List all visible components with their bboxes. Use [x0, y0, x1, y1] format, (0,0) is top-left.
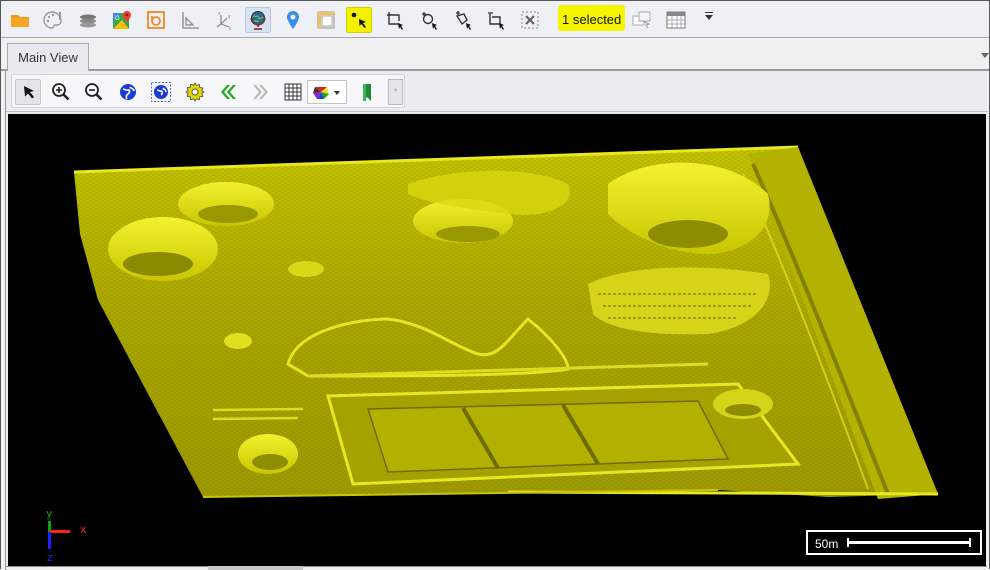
select-polygon-button[interactable]: [450, 7, 476, 33]
clear-selection-icon: [521, 11, 539, 29]
double-chevron-right-icon: [253, 85, 268, 99]
palette-icon: [43, 11, 62, 29]
deselect-rect-button[interactable]: [483, 7, 509, 33]
table-icon: [666, 11, 686, 29]
palette-button[interactable]: [40, 7, 66, 33]
circle-select-icon: [422, 12, 437, 30]
svg-text:G: G: [115, 16, 120, 22]
tab-list-dropdown[interactable]: [981, 53, 989, 58]
svg-text:x: x: [229, 26, 232, 31]
scale-bar: 50m: [806, 530, 982, 555]
zoom-out-button[interactable]: [81, 79, 107, 105]
ruler-frame-icon: [317, 11, 335, 29]
globe-fit-icon: [151, 82, 171, 102]
rect-select-icon: [387, 12, 403, 30]
point-cursor-icon: [351, 12, 366, 28]
bunker-inner: [366, 400, 730, 473]
measure-angle-button[interactable]: [177, 7, 203, 33]
bing-maps-button[interactable]: [143, 7, 169, 33]
zoom-to-fit-button[interactable]: [148, 79, 174, 105]
bookmark-icon: [363, 84, 371, 101]
gear-icon: [185, 82, 205, 102]
toolbar-divider: [6, 111, 988, 112]
z-axis-line: [48, 532, 51, 549]
location-pin-button[interactable]: [280, 7, 306, 33]
globe-icon: [250, 11, 266, 30]
google-maps-button[interactable]: G: [109, 7, 135, 33]
polygon-select-icon: [455, 11, 471, 30]
select-rect-button[interactable]: [382, 7, 408, 33]
horizontal-scrollbar-thumb[interactable]: [208, 566, 303, 570]
arrow-cursor-icon: [24, 86, 34, 99]
svg-text:y: y: [228, 14, 231, 20]
terrain-surface[interactable]: [8, 114, 986, 566]
folder-icon: [11, 15, 29, 27]
select-point-button[interactable]: [346, 7, 372, 33]
zoom-to-selection-button[interactable]: [629, 7, 655, 33]
star-button[interactable]: *: [388, 79, 403, 105]
double-chevron-left-icon: [221, 85, 236, 99]
toolbar-overflow-dropdown[interactable]: [705, 12, 713, 20]
next-view-button[interactable]: [248, 79, 274, 105]
scale-bar-line: [847, 538, 971, 547]
pit-top-right-floor: [648, 220, 728, 248]
bookmark-button[interactable]: [354, 79, 380, 105]
zoom-in-icon: [52, 83, 70, 101]
3d-viewport[interactable]: y x z 50m: [8, 114, 986, 566]
layers-icon: [80, 14, 96, 28]
grid-toggle-button[interactable]: [280, 79, 306, 105]
view-bottom-border: [6, 566, 987, 570]
x-axis-line: [50, 530, 70, 533]
z-axis-label: z: [47, 551, 53, 564]
grid-icon: [284, 83, 302, 101]
select-circle-button[interactable]: [416, 7, 442, 33]
main-toolbar: G zyx 1 selected: [1, 1, 989, 38]
pit-bottom-right-floor: [725, 404, 761, 416]
selection-status: 1 selected: [558, 5, 626, 31]
open-folder-button[interactable]: [7, 7, 33, 33]
zoom-out-icon: [85, 83, 103, 101]
view-tabstrip: Main View: [1, 38, 989, 71]
settings-button[interactable]: [182, 79, 208, 105]
attribute-table-button[interactable]: [663, 7, 689, 33]
axis-gizmo: y x z: [36, 507, 96, 566]
xyz-axes-icon: z yx: [216, 11, 232, 31]
zoom-in-button[interactable]: [48, 79, 74, 105]
clear-selection-button[interactable]: [517, 7, 543, 33]
full-extent-button[interactable]: [115, 79, 141, 105]
x-axis-label: x: [80, 523, 87, 536]
google-maps-icon: G: [113, 11, 131, 29]
deselect-rect-icon: [488, 12, 504, 30]
selection-window-icon: [632, 11, 651, 29]
chevron-down-icon: [334, 91, 340, 95]
location-pin-icon: [287, 11, 299, 29]
mound-left-shadow: [123, 252, 193, 276]
color-scheme-dropdown[interactable]: [307, 80, 347, 104]
globe-full-icon: [120, 84, 136, 100]
previous-view-button[interactable]: [215, 79, 241, 105]
bing-maps-icon: [147, 11, 165, 29]
small-mound-center: [288, 261, 324, 277]
layers-button[interactable]: [75, 7, 101, 33]
color-wheel-icon: [313, 87, 329, 99]
globe-view-button[interactable]: [245, 7, 271, 33]
scale-bar-label: 50m: [815, 537, 839, 551]
view-toolbar: *: [11, 74, 405, 108]
pit-top-center-floor: [436, 226, 500, 242]
pointer-tool-button[interactable]: [15, 79, 41, 105]
y-axis-label: y: [46, 507, 53, 520]
small-mound-left: [224, 333, 252, 349]
ruler-frame-button[interactable]: [313, 7, 339, 33]
pit-top-left-floor: [198, 205, 258, 223]
tab-main-view[interactable]: Main View: [7, 43, 89, 71]
triangle-ruler-icon: [182, 12, 199, 29]
app-window: G z y x 1 selected Main View * y x z 50m: [0, 0, 990, 570]
axes-button[interactable]: zyx: [211, 7, 237, 33]
pit-bottom-left-floor: [252, 454, 288, 470]
